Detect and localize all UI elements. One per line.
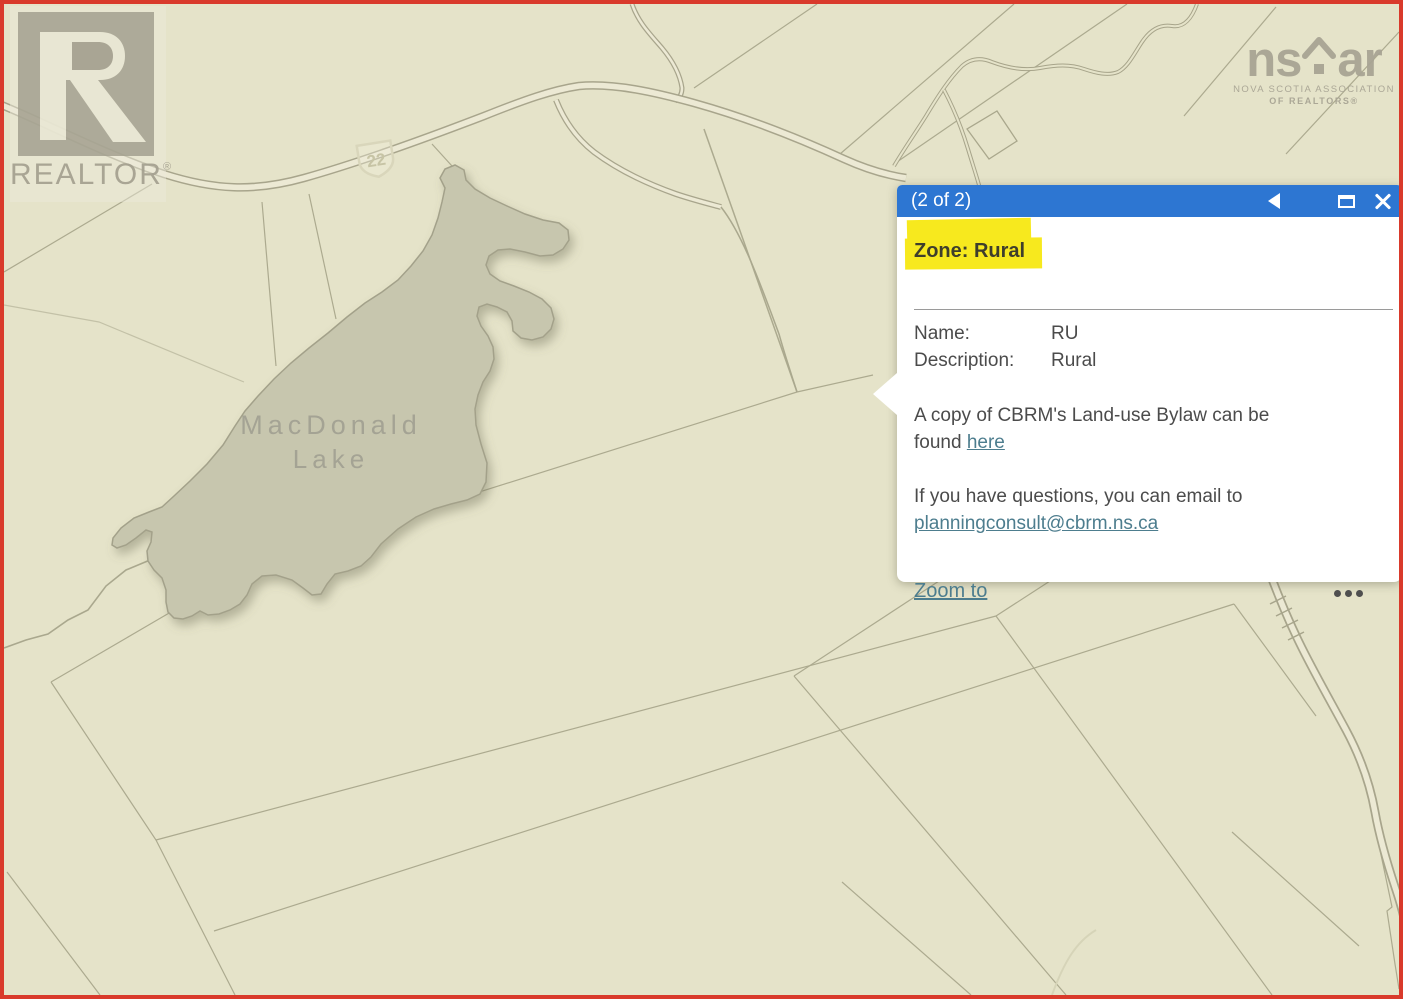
nsar-ar-text: ar <box>1337 40 1381 80</box>
map-viewport[interactable]: MacDonald Lake 22 REALTOR® ns <box>0 0 1403 999</box>
field-label-name: Name: <box>914 323 970 345</box>
lake-label-line2: Lake <box>293 444 369 474</box>
nsar-watermark-logo: ns ar NOVA SCOTIA ASSOCIATION OF REALTOR… <box>1226 24 1402 112</box>
zoom-to-action: Zoom to <box>914 580 987 603</box>
nsar-subtitle-line1: NOVA SCOTIA ASSOCIATION <box>1226 84 1402 95</box>
previous-feature-button[interactable] <box>1268 193 1280 209</box>
popup-pagination-title: (2 of 2) <box>911 190 971 212</box>
planning-email-link[interactable]: planningconsult@cbrm.ns.ca <box>914 513 1158 534</box>
email-paragraph-line2: planningconsult@cbrm.ns.ca <box>914 513 1158 535</box>
popup-body: Zone: Rural Name: RU Description: Rural … <box>897 217 1402 582</box>
maximize-icon[interactable] <box>1338 195 1355 208</box>
popup-callout-pointer <box>873 373 897 415</box>
zone-heading: Zone: Rural <box>914 240 1025 263</box>
ellipsis-more-options-icon[interactable] <box>1330 590 1363 597</box>
bylaw-paragraph-line2: found here <box>914 432 1005 454</box>
bylaw-paragraph-line1: A copy of CBRM's Land-use Bylaw can be <box>914 405 1269 427</box>
small-square-parcel <box>967 111 1017 159</box>
realtor-wordmark: REALTOR® <box>10 158 166 192</box>
zoom-to-link[interactable]: Zoom to <box>914 580 987 602</box>
bylaw-here-link[interactable]: here <box>967 432 1005 453</box>
route-shield-number: 22 <box>365 150 387 172</box>
field-value-name: RU <box>1051 323 1078 345</box>
field-value-description: Rural <box>1051 350 1096 372</box>
field-label-description: Description: <box>914 350 1014 372</box>
email-paragraph-line1: If you have questions, you can email to <box>914 486 1242 508</box>
feature-info-popup: (2 of 2) Zone: Rural Name: RU Descriptio… <box>897 185 1402 582</box>
house-roof-icon <box>1302 34 1336 80</box>
route-22-shield: 22 <box>357 141 396 180</box>
branch-road <box>556 100 721 207</box>
close-icon[interactable] <box>1374 192 1392 210</box>
divider-line <box>914 309 1393 310</box>
macdonald-lake: MacDonald Lake <box>112 165 569 619</box>
popup-header: (2 of 2) <box>897 185 1402 217</box>
realtor-r-emblem <box>10 6 166 156</box>
lake-label-line1: MacDonald <box>240 410 422 440</box>
nsar-ns-text: ns <box>1246 40 1301 80</box>
realtor-watermark-logo: REALTOR® <box>10 6 166 202</box>
nsar-subtitle-line2: OF REALTORS® <box>1226 96 1402 106</box>
registered-trademark-symbol: ® <box>163 161 171 173</box>
